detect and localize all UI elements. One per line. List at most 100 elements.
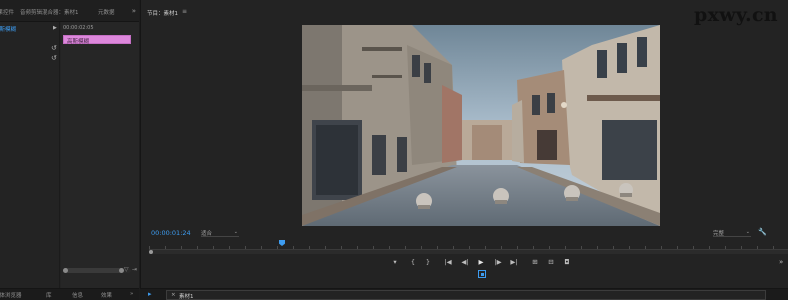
effect-timecode: 00:00:02:05 bbox=[63, 25, 94, 31]
camera-icon[interactable]: ◘ bbox=[562, 257, 572, 267]
chevron-double-right-icon[interactable]: » bbox=[779, 258, 783, 266]
transport-controls: ▾ { } |◀ ◀| ▶ |▶ ▶| ⊞ ⊟ ◘ bbox=[141, 257, 788, 267]
ruler-tick bbox=[165, 246, 166, 249]
ruler-tick bbox=[709, 246, 710, 249]
ruler-tick bbox=[725, 246, 726, 249]
play-icon[interactable]: ▶ bbox=[476, 257, 486, 267]
ruler-tick bbox=[293, 246, 294, 249]
ruler-tick bbox=[565, 246, 566, 249]
insert-icon[interactable]: ⊞ bbox=[530, 257, 540, 267]
chevron-double-right-icon[interactable]: » bbox=[130, 291, 133, 297]
left-panel-tabbar: 效果控件 音频剪辑混合器：素材1 元数据 » bbox=[0, 0, 139, 22]
scrollbar-thumb[interactable] bbox=[63, 268, 123, 273]
effect-properties-column: 高斯模糊 ▶ ↺ ↺ bbox=[0, 22, 60, 288]
filter-icon[interactable]: ▽ bbox=[124, 266, 129, 273]
chevron-down-icon: ⌄ bbox=[745, 229, 750, 235]
playhead-timecode[interactable]: 00:00:01:24 bbox=[151, 229, 191, 237]
program-monitor: 节目：素材1 ≡ 00:00:01:24 适合 ⌄ 完整 ⌄ 🔧 ▾ {} |… bbox=[140, 0, 788, 288]
ruler-tick bbox=[405, 246, 406, 249]
tab-audio-clip-mixer[interactable]: 音频剪辑混合器：素材1 bbox=[20, 8, 79, 16]
tab-timeline[interactable]: × 素材1 bbox=[166, 290, 766, 300]
horizontal-scrollbar[interactable] bbox=[63, 268, 131, 273]
effect-timeline-column: 00:00:02:05 高斯模糊 bbox=[61, 22, 139, 288]
ruler-tick bbox=[549, 246, 550, 249]
ruler-tick bbox=[181, 246, 182, 249]
chevron-double-right-icon[interactable]: » bbox=[132, 7, 136, 15]
ruler-tick bbox=[757, 246, 758, 249]
ruler-tick bbox=[373, 246, 374, 249]
ruler-tick bbox=[661, 246, 662, 249]
tab-effect-controls[interactable]: 效果控件 bbox=[0, 8, 14, 16]
effect-controls-panel: 效果控件 音频剪辑混合器：素材1 元数据 » 高斯模糊 ▶ ↺ ↺ 00:00:… bbox=[0, 0, 139, 288]
step-back-icon[interactable]: ◀| bbox=[460, 257, 470, 267]
ruler-tick bbox=[501, 246, 502, 249]
ruler-tick bbox=[613, 246, 614, 249]
reset-icon[interactable]: ↺ bbox=[51, 45, 58, 52]
ruler-tick bbox=[485, 246, 486, 249]
tab-program[interactable]: 节目：素材1 bbox=[147, 9, 178, 17]
step-forward-icon[interactable]: |▶ bbox=[493, 257, 503, 267]
ruler-tick bbox=[581, 246, 582, 249]
ruler-tick bbox=[517, 246, 518, 249]
go-to-out-icon[interactable]: ▶| bbox=[509, 257, 519, 267]
ruler-tick bbox=[325, 246, 326, 249]
quality-select[interactable]: 完整 ⌄ bbox=[713, 229, 751, 237]
tab-media-browser[interactable]: 媒体浏览器 bbox=[0, 291, 22, 299]
ruler-tick bbox=[261, 246, 262, 249]
ruler-tick bbox=[437, 246, 438, 249]
quality-select-value: 完整 bbox=[713, 231, 725, 237]
ruler-tick bbox=[309, 246, 310, 249]
ruler-tick bbox=[469, 246, 470, 249]
ruler-tick bbox=[629, 246, 630, 249]
effect-gaussian-blur[interactable]: 高斯模糊 bbox=[0, 25, 16, 33]
chevron-down-icon: ⌄ bbox=[233, 229, 238, 235]
tab-libraries[interactable]: 库 bbox=[46, 291, 52, 299]
menu-icon[interactable]: ≡ bbox=[182, 8, 187, 15]
ruler-tick bbox=[597, 246, 598, 249]
ruler-tick bbox=[197, 246, 198, 249]
mark-in-icon[interactable]: { bbox=[408, 257, 418, 267]
zoom-scrollbar[interactable] bbox=[149, 250, 788, 254]
ruler-tick bbox=[341, 246, 342, 249]
ruler-tick bbox=[389, 246, 390, 249]
fit-select-value: 适合 bbox=[201, 231, 213, 237]
timeline-tabbar: ▸ × 素材1 bbox=[140, 288, 788, 300]
ruler-tick bbox=[245, 246, 246, 249]
comparison-view-icon[interactable] bbox=[478, 270, 486, 278]
close-icon[interactable]: × bbox=[171, 292, 176, 298]
wrench-icon[interactable]: 🔧 bbox=[758, 228, 767, 236]
ruler-tick bbox=[677, 246, 678, 249]
ruler-tick bbox=[149, 246, 150, 249]
ruler-tick bbox=[213, 246, 214, 249]
ruler-tick bbox=[741, 246, 742, 249]
scroll-handle-left[interactable] bbox=[149, 250, 153, 254]
fit-select[interactable]: 适合 ⌄ bbox=[201, 229, 239, 237]
ruler-tick bbox=[533, 246, 534, 249]
timeline-tab-label: 素材1 bbox=[179, 294, 194, 300]
reset-icon[interactable]: ↺ bbox=[51, 55, 58, 62]
ruler-tick bbox=[693, 246, 694, 249]
watermark: pxwy.cn bbox=[694, 4, 778, 26]
tab-info[interactable]: 信息 bbox=[72, 291, 83, 299]
ruler-tick bbox=[277, 246, 278, 249]
ruler-tick bbox=[453, 246, 454, 249]
export-icon[interactable]: ⇥ bbox=[132, 266, 137, 273]
ruler-tick bbox=[357, 246, 358, 249]
ruler-tick bbox=[645, 246, 646, 249]
tab-metadata[interactable]: 元数据 bbox=[98, 8, 115, 16]
overwrite-icon[interactable]: ⊟ bbox=[546, 257, 556, 267]
selection-tool-icon[interactable]: ▸ bbox=[148, 290, 152, 298]
mark-out-icon[interactable]: } bbox=[423, 257, 433, 267]
ruler-tick bbox=[229, 246, 230, 249]
ruler-tick bbox=[773, 246, 774, 249]
video-frame bbox=[302, 25, 660, 226]
clip-block[interactable]: 高斯模糊 bbox=[63, 35, 131, 45]
street-scene-image bbox=[302, 25, 660, 226]
scroll-handle-left[interactable] bbox=[63, 268, 68, 273]
clip-label: 高斯模糊 bbox=[67, 39, 90, 45]
ruler-tick bbox=[421, 246, 422, 249]
go-to-in-icon[interactable]: |◀ bbox=[443, 257, 453, 267]
add-marker-icon[interactable]: ▾ bbox=[390, 257, 400, 267]
tab-effects[interactable]: 效果 bbox=[101, 291, 112, 299]
play-arrow-icon[interactable]: ▶ bbox=[53, 25, 57, 31]
